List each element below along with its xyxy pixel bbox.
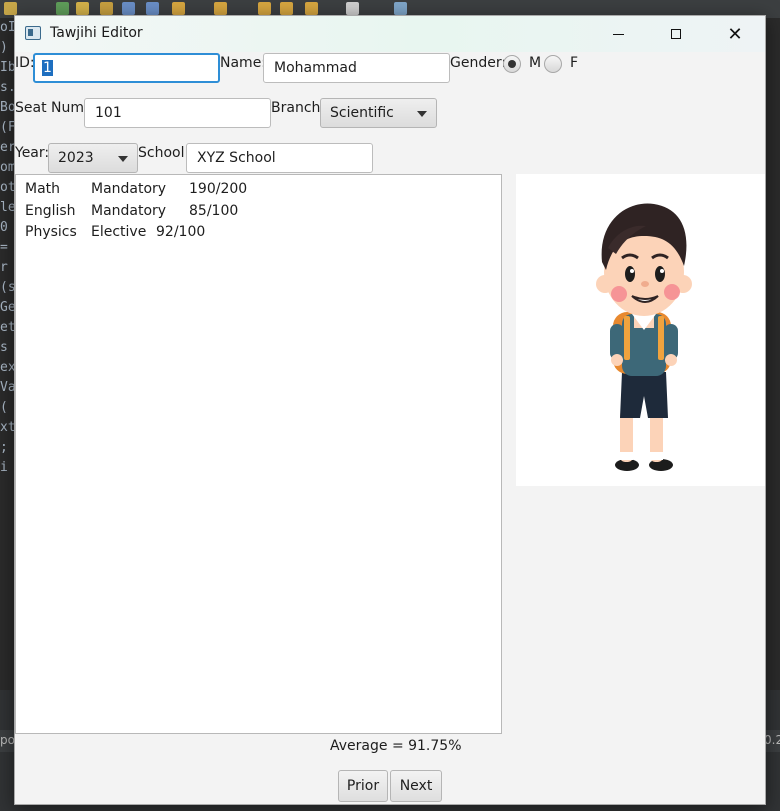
close-button[interactable]: ✕	[706, 16, 764, 52]
branch-dropdown-value: Scientific	[330, 105, 394, 121]
school-label: School:	[138, 145, 190, 161]
close-icon: ✕	[727, 23, 743, 45]
year-label: Year:	[15, 145, 50, 161]
subject-score: 85/100	[189, 203, 239, 219]
gender-m-label[interactable]: M	[529, 55, 541, 71]
gender-f-label[interactable]: F	[570, 55, 578, 71]
year-dropdown-value: 2023	[58, 150, 94, 166]
prior-button[interactable]: Prior	[338, 770, 388, 802]
download-icon[interactable]	[172, 2, 185, 15]
maximize-button[interactable]	[647, 16, 705, 52]
subject-type: Mandatory	[91, 203, 167, 219]
copy-icon[interactable]	[100, 2, 113, 15]
subjects-list[interactable]: Math Mandatory 190/200 English Mandatory…	[15, 174, 502, 734]
edit-icon[interactable]	[76, 2, 89, 15]
maximize-icon	[671, 29, 681, 39]
gender-f-radio[interactable]	[544, 55, 562, 73]
average-text: Average = 91.75%	[330, 738, 462, 754]
year-dropdown[interactable]: 2023	[48, 143, 138, 173]
minimize-button[interactable]	[589, 16, 647, 52]
app-window-icon	[25, 26, 41, 40]
subject-name: Math	[25, 181, 61, 197]
tawjihi-editor-window: Tawjihi Editor ✕ ID: 1 Name: Mohammad Ge…	[14, 15, 766, 805]
document-icon[interactable]	[122, 2, 135, 15]
window-title: Tawjihi Editor	[50, 25, 143, 41]
seat-num-label: Seat Num:	[15, 100, 89, 116]
minimize-icon	[612, 33, 624, 35]
paragraph-icon[interactable]	[146, 2, 159, 15]
next-button[interactable]: Next	[390, 770, 442, 802]
id-label: ID:	[15, 55, 35, 71]
subject-name: English	[25, 203, 76, 219]
left-arrow-icon[interactable]	[305, 2, 318, 15]
subject-score: 92/100	[156, 224, 206, 240]
id-field[interactable]: 1	[33, 53, 220, 83]
branch-dropdown[interactable]: Scientific	[320, 98, 437, 128]
name-field[interactable]: Mohammad	[263, 53, 450, 83]
gender-label: Gender:	[450, 55, 507, 71]
right-arrow-icon[interactable]	[346, 2, 359, 15]
subject-type: Elective	[91, 224, 147, 240]
chevron-down-icon	[417, 111, 427, 117]
name-label: Name:	[220, 55, 267, 71]
run-icon[interactable]	[56, 2, 69, 15]
pencil-icon[interactable]	[4, 2, 17, 15]
gender-m-radio[interactable]	[503, 55, 521, 73]
school-field[interactable]: XYZ School	[186, 143, 373, 173]
subject-score: 190/200	[189, 181, 248, 197]
subject-name: Physics	[25, 224, 77, 240]
subject-type: Mandatory	[91, 181, 167, 197]
back-arrow-icon[interactable]	[258, 2, 271, 15]
forward-arrow-icon[interactable]	[280, 2, 293, 15]
upload-icon[interactable]	[214, 2, 227, 15]
id-field-value: 1	[42, 60, 53, 76]
student-image	[516, 174, 765, 486]
chevron-down-icon	[118, 156, 128, 162]
notes-icon[interactable]	[394, 2, 407, 15]
branch-label: Branch:	[271, 100, 326, 116]
seat-num-field[interactable]: 101	[84, 98, 271, 128]
title-bar[interactable]: Tawjihi Editor ✕	[15, 16, 765, 52]
student-cartoon-image	[596, 203, 692, 471]
status-left-text: po	[0, 733, 15, 747]
status-right-text: 0.2	[764, 733, 780, 747]
